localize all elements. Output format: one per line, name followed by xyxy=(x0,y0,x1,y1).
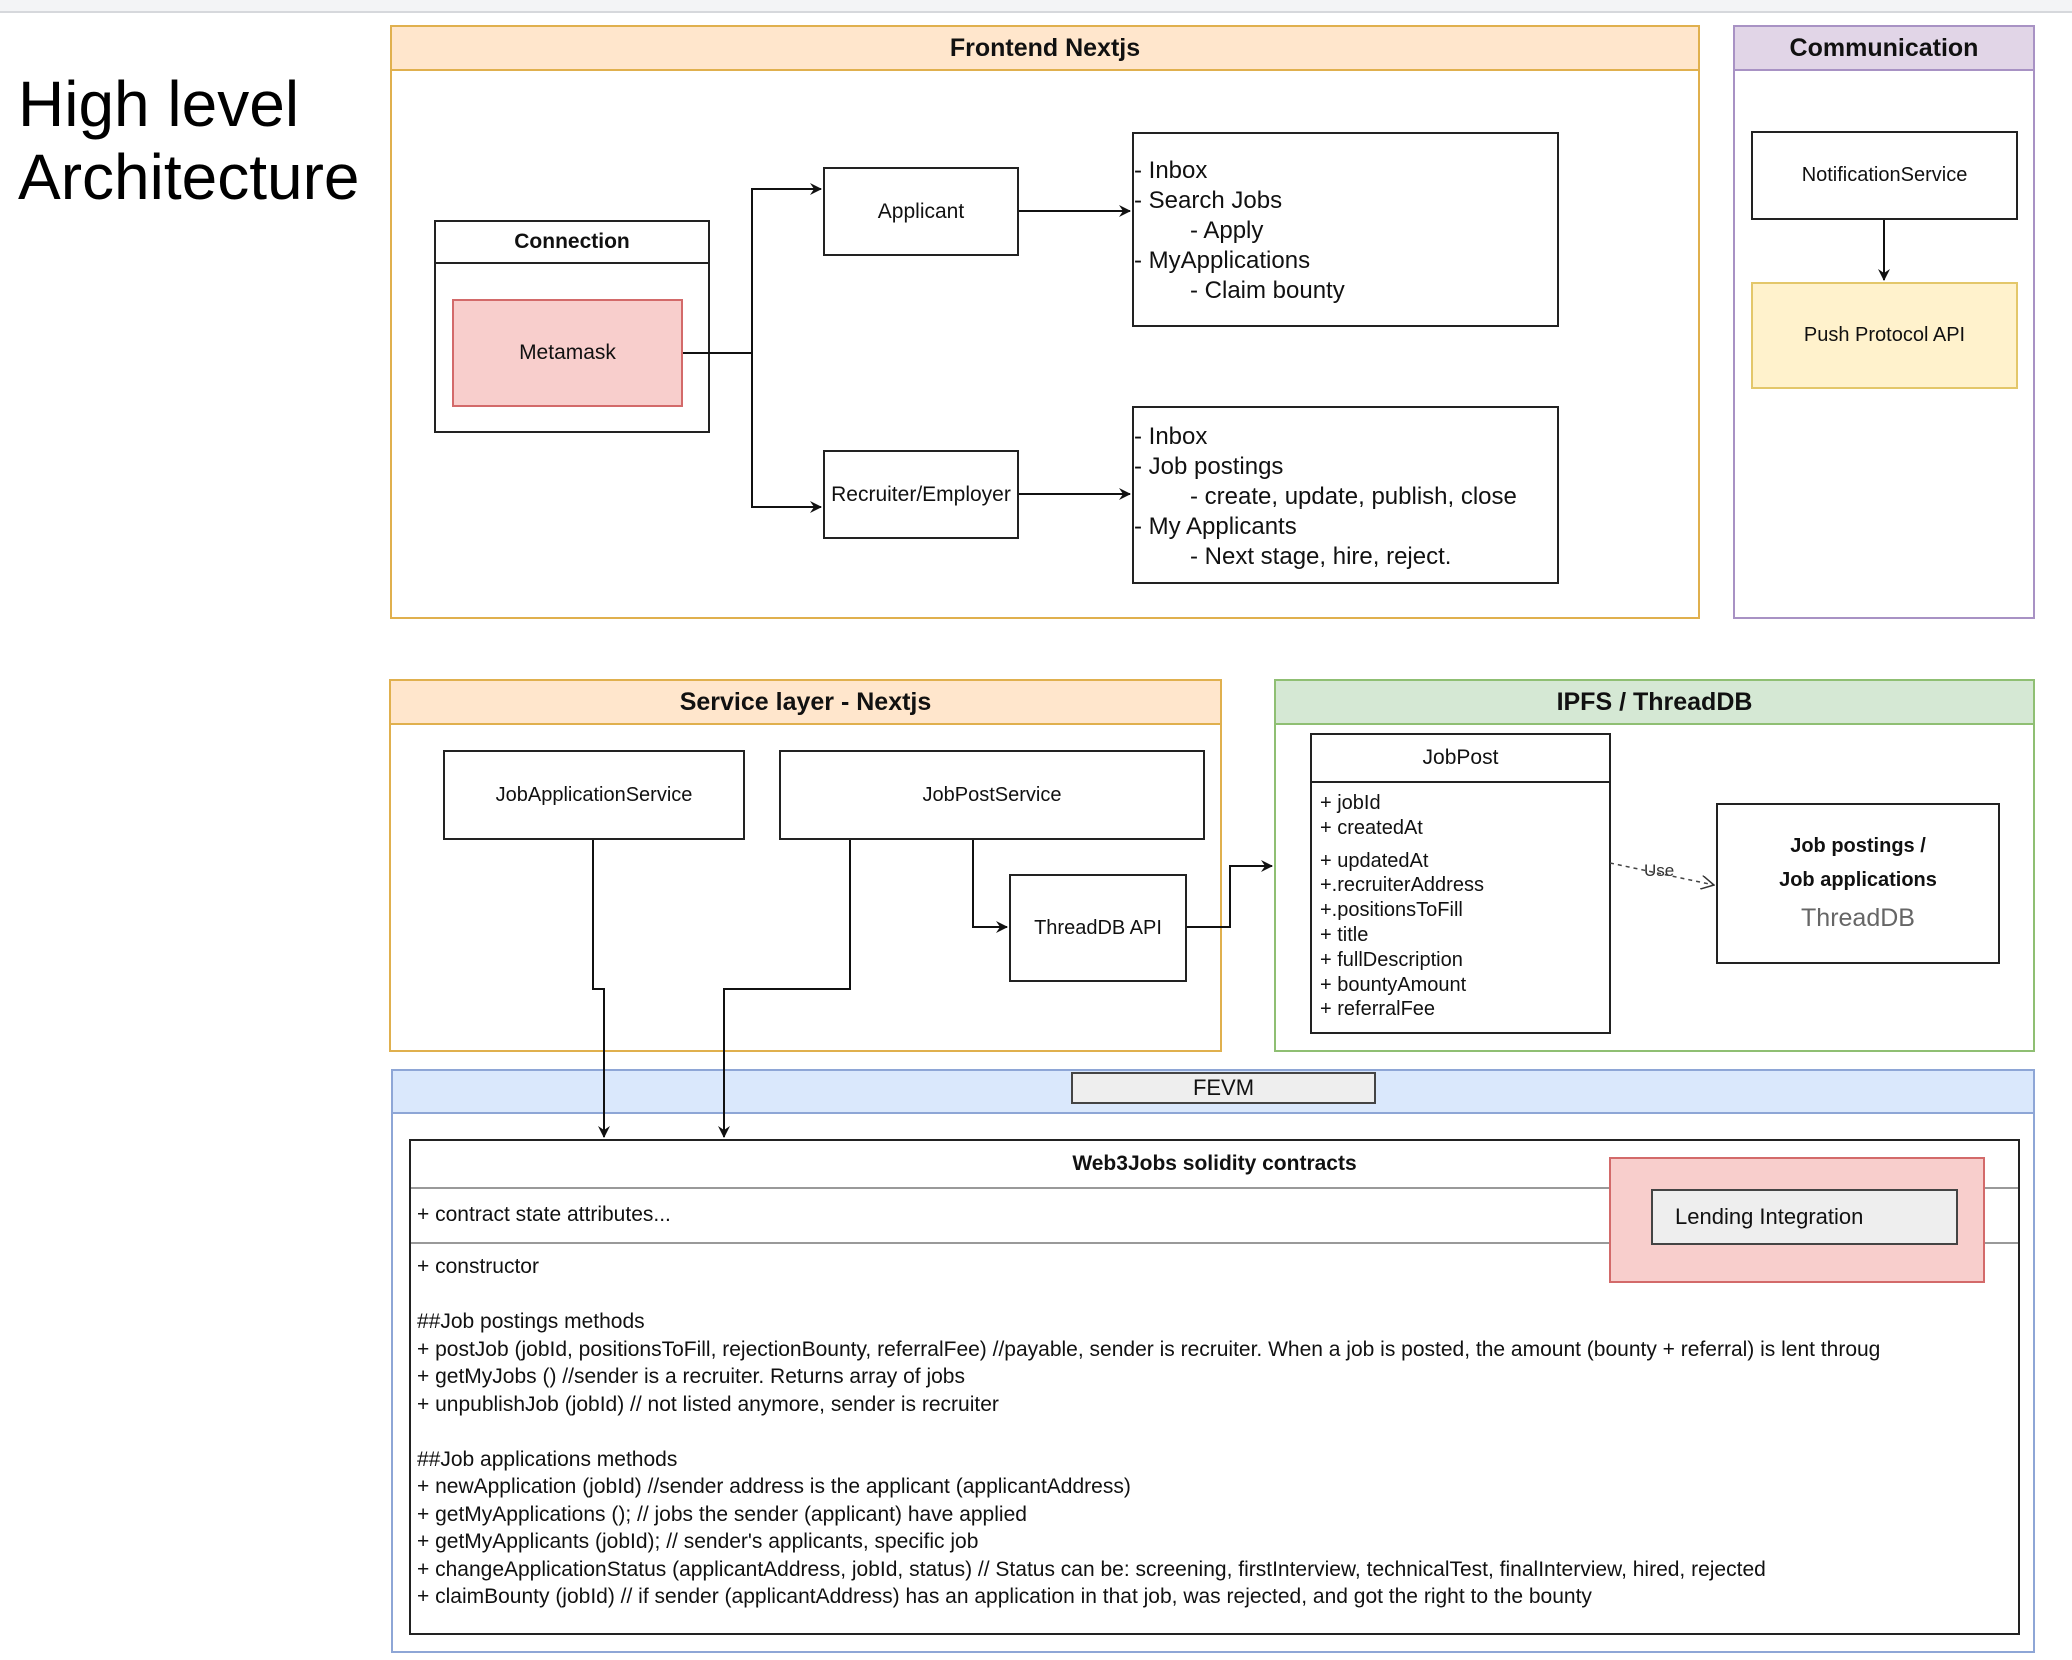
contract-method-line: + unpublishJob (jobId) // not listed any… xyxy=(417,1392,999,1416)
contract-method-line: + changeApplicationStatus (applicantAddr… xyxy=(417,1557,1766,1581)
job-post-service-node[interactable]: JobPostService xyxy=(779,750,1205,840)
contract-method-line xyxy=(417,1281,2018,1309)
threaddb-store-line1: Job postings / xyxy=(1790,834,1926,857)
threaddb-api-node[interactable]: ThreadDB API xyxy=(1009,874,1187,982)
page-title-line-2: Architecture xyxy=(18,141,360,213)
contract-section-heading: ##Job postings methods xyxy=(417,1310,645,1333)
contract-method-line: + claimBounty (jobId) // if sender (appl… xyxy=(417,1585,1592,1608)
recruiter-feature-item: - Next stage, hire, reject. xyxy=(1190,543,1452,570)
jobpost-attribute: +.recruiterAddress xyxy=(1320,874,1484,897)
applicant-node[interactable]: Applicant xyxy=(823,167,1019,256)
job-application-service-node[interactable]: JobApplicationService xyxy=(443,750,745,840)
service-layer-title: Service layer - Nextjs xyxy=(679,687,932,716)
jobpost-header: JobPost xyxy=(1312,735,1609,783)
fevm-label-box: FEVM xyxy=(1071,1072,1376,1104)
metamask-node[interactable]: Metamask xyxy=(452,299,683,407)
service-layer-header: Service layer - Nextjs xyxy=(391,681,1220,725)
contract-method-line xyxy=(417,1418,2018,1446)
applicant-feature-item: - Claim bounty xyxy=(1190,277,1345,304)
web3jobs-title: Web3Jobs solidity contracts xyxy=(1072,1152,1357,1175)
recruiter-features: - Inbox - Job postings - create, update, p… xyxy=(1132,406,1559,584)
frontend-header: Frontend Nextjs xyxy=(392,27,1698,71)
threaddb-store-subtitle: ThreadDB xyxy=(1801,903,1915,932)
applicant-feature-item: - Inbox xyxy=(1134,157,1208,184)
contract-method-line: + getMyApplications (); // jobs the send… xyxy=(417,1502,1027,1526)
recruiter-feature-item: - create, update, publish, close xyxy=(1190,483,1517,510)
applicant-feature-item: - Search Jobs xyxy=(1134,187,1283,214)
threaddb-store-node[interactable]: Job postings / Job applications ThreadDB xyxy=(1716,803,2000,964)
notification-service-node[interactable]: NotificationService xyxy=(1751,131,2018,220)
recruiter-feature-item: - My Applicants xyxy=(1134,513,1297,540)
metamask-label: Metamask xyxy=(519,341,616,364)
contract-section-heading: ##Job applications methods xyxy=(417,1447,678,1471)
jobpost-attribute: + bountyAmount xyxy=(1320,973,1467,996)
communication-title: Communication xyxy=(1789,33,1979,62)
jobpost-attribute: +.positionsToFill xyxy=(1320,899,1463,922)
frontend-title: Frontend Nextjs xyxy=(949,33,1141,62)
recruiter-feature-item: - Inbox xyxy=(1134,423,1208,450)
page-title-line-1: High level xyxy=(18,68,300,140)
job-post-service-label: JobPostService xyxy=(922,783,1062,806)
connection-title: Connection xyxy=(514,230,630,253)
lending-integration-node[interactable]: Lending Integration xyxy=(1651,1189,1958,1245)
recruiter-feature-item: - Job postings xyxy=(1134,453,1284,480)
jobpost-attribute: + updatedAt xyxy=(1320,849,1429,872)
jobpost-attribute: + jobId xyxy=(1320,792,1381,814)
jobpost-attributes: + jobId + createdAt + updatedAt +.recruiter… xyxy=(1320,791,1484,1022)
use-label: Use xyxy=(1643,861,1676,881)
service-layer-container: Service layer - Nextjs xyxy=(389,679,1222,1052)
recruiter-features-list: - Inbox - Job postings - create, update, p… xyxy=(1134,422,1557,572)
applicant-features-list: - Inbox - Search Jobs - Apply - MyApplicati… xyxy=(1134,156,1557,306)
jobpost-attribute: + fullDescription xyxy=(1320,948,1463,971)
applicant-label: Applicant xyxy=(877,199,965,223)
job-application-service-label: JobApplicationService xyxy=(495,783,693,806)
applicant-feature-item: - MyApplications xyxy=(1134,247,1311,274)
page-title: High level Architecture xyxy=(18,68,359,214)
jobpost-attribute: + createdAt xyxy=(1320,816,1423,839)
push-protocol-node[interactable]: Push Protocol API xyxy=(1751,282,2018,389)
ipfs-title: IPFS / ThreadDB xyxy=(1556,687,1753,716)
fevm-title: FEVM xyxy=(1192,1075,1255,1100)
web3jobs-methods: + constructor ##Job postings methods + po… xyxy=(417,1253,2018,1611)
connection-header: Connection xyxy=(436,222,708,264)
threaddb-api-label: ThreadDB API xyxy=(1034,916,1162,939)
contract-method-line: + getMyJobs () //sender is a recruiter. … xyxy=(417,1365,965,1388)
top-bar xyxy=(0,0,2072,13)
recruiter-label: Recruiter/Employer xyxy=(831,482,1011,506)
jobpost-attribute: + referralFee xyxy=(1320,998,1436,1021)
jobpost-class[interactable]: JobPost + jobId + createdAt + updatedAt +.r… xyxy=(1310,733,1611,1034)
jobpost-attribute: + title xyxy=(1320,923,1369,946)
threaddb-store-line2: Job applications xyxy=(1779,868,1937,891)
notification-service-label: NotificationService xyxy=(1801,164,1968,186)
recruiter-node[interactable]: Recruiter/Employer xyxy=(823,450,1019,539)
push-protocol-label: Push Protocol API xyxy=(1803,324,1966,346)
lending-integration-label: Lending Integration xyxy=(1675,1204,1864,1229)
applicant-features: - Inbox - Search Jobs - Apply - MyApplicati… xyxy=(1132,132,1559,327)
ipfs-header: IPFS / ThreadDB xyxy=(1276,681,2033,725)
jobpost-title: JobPost xyxy=(1422,746,1499,769)
contract-method-line: + newApplication (jobId) //sender addres… xyxy=(417,1475,1131,1498)
contract-method-line: + getMyApplicants (jobId); // sender's a… xyxy=(417,1530,979,1553)
communication-header: Communication xyxy=(1735,27,2033,71)
web3jobs-state-text: + contract state attributes... xyxy=(417,1202,671,1226)
contract-method-line: + postJob (jobId, positionsToFill, rejec… xyxy=(417,1337,1881,1361)
applicant-feature-item: - Apply xyxy=(1190,217,1264,244)
